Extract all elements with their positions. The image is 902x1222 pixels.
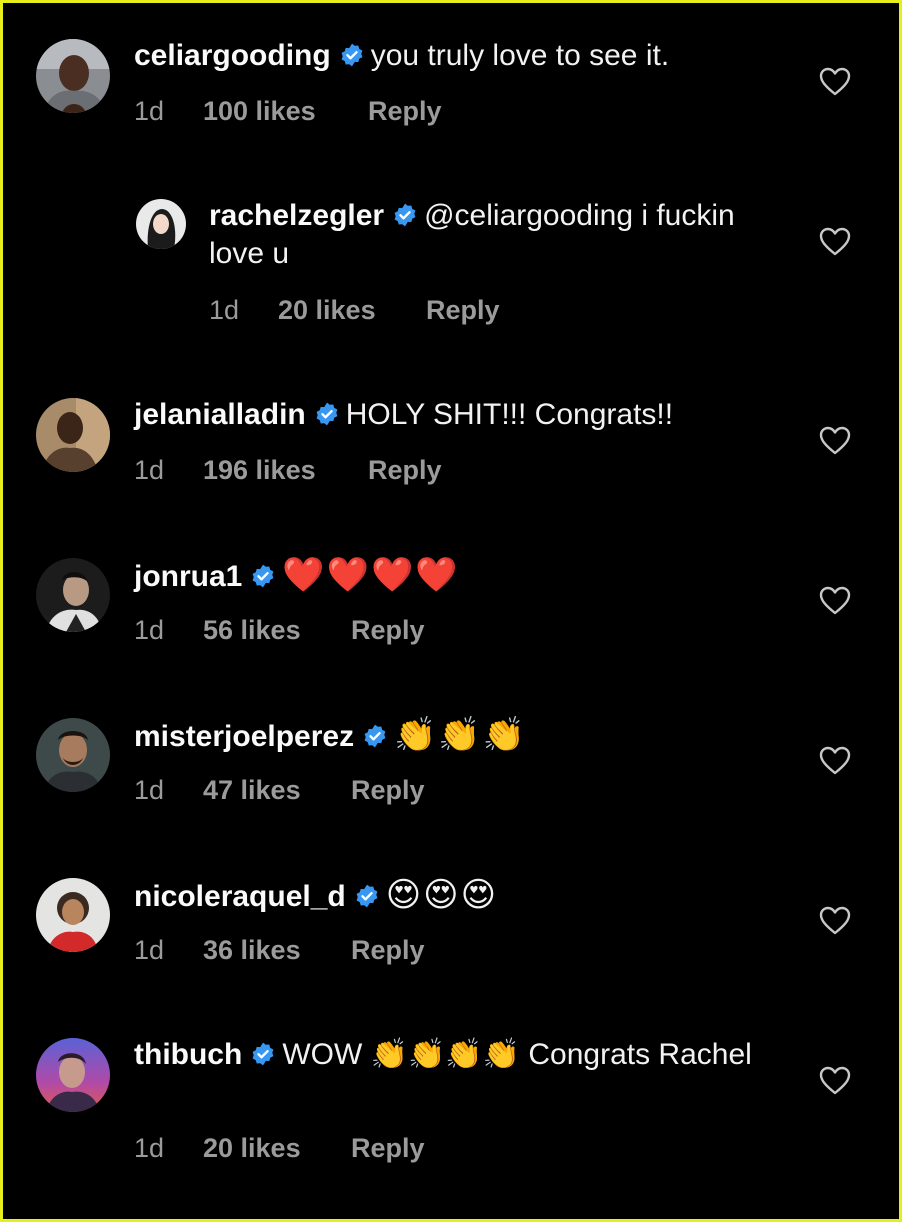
likes-count[interactable]: 56 likes <box>203 615 351 646</box>
heart-outline-icon[interactable] <box>819 1066 851 1096</box>
comment-text: WOW 👏👏👏👏 Congrats Rachel <box>282 1038 752 1071</box>
likes-count[interactable]: 196 likes <box>203 455 368 486</box>
comment-meta: 1d 100 likes Reply <box>134 96 442 127</box>
avatar[interactable] <box>36 878 110 952</box>
reply-button[interactable]: Reply <box>351 615 425 646</box>
comment-meta: 1d 47 likes Reply <box>134 775 425 806</box>
heart-outline-icon[interactable] <box>819 746 851 776</box>
comment-body: rachelzegler @celiargooding i fuckin love… <box>209 197 769 273</box>
likes-count[interactable]: 20 likes <box>278 295 426 326</box>
comment-meta: 1d 36 likes Reply <box>134 935 425 966</box>
heart-outline-icon[interactable] <box>819 426 851 456</box>
likes-count[interactable]: 20 likes <box>203 1133 351 1164</box>
avatar[interactable] <box>36 1038 110 1112</box>
comment-meta: 1d 56 likes Reply <box>134 615 425 646</box>
comment-body: thibuch WOW 👏👏👏👏 Congrats Rachel <box>134 1036 774 1074</box>
reply-button[interactable]: Reply <box>351 1133 425 1164</box>
username[interactable]: misterjoelperez <box>134 720 354 753</box>
verified-badge-icon <box>250 563 276 589</box>
heart-outline-icon[interactable] <box>819 906 851 936</box>
reply-button[interactable]: Reply <box>368 96 442 127</box>
verified-badge-icon <box>339 42 365 68</box>
username[interactable]: celiargooding <box>134 39 331 72</box>
username[interactable]: thibuch <box>134 1038 242 1071</box>
verified-badge-icon <box>314 401 340 427</box>
avatar[interactable] <box>136 199 186 249</box>
username[interactable]: rachelzegler <box>209 199 384 232</box>
verified-badge-icon <box>250 1041 276 1067</box>
reply-button[interactable]: Reply <box>426 295 500 326</box>
likes-count[interactable]: 36 likes <box>203 935 351 966</box>
comment-text: ❤️❤️❤️❤️ <box>282 556 460 594</box>
comment-meta: 1d 20 likes Reply <box>134 1133 425 1164</box>
comment-text: HOLY SHIT!!! Congrats!! <box>345 398 674 431</box>
avatar[interactable] <box>36 718 110 792</box>
likes-count[interactable]: 100 likes <box>203 96 368 127</box>
avatar[interactable] <box>36 398 110 472</box>
comment-body: jelanialladin HOLY SHIT!!! Congrats!! <box>134 396 774 434</box>
verified-badge-icon <box>392 202 418 228</box>
avatar[interactable] <box>36 39 110 113</box>
timestamp: 1d <box>134 1133 165 1163</box>
heart-outline-icon[interactable] <box>819 67 851 97</box>
username[interactable]: jonrua1 <box>134 560 242 593</box>
comment-body: nicoleraquel_d 😍😍😍 <box>134 876 774 916</box>
heart-outline-icon[interactable] <box>819 227 851 257</box>
likes-count[interactable]: 47 likes <box>203 775 351 806</box>
reply-button[interactable]: Reply <box>351 935 425 966</box>
verified-badge-icon <box>354 883 380 909</box>
comment-text: you truly love to see it. <box>370 39 670 72</box>
reply-button[interactable]: Reply <box>351 775 425 806</box>
comment-body: celiargooding you truly love to see it. <box>134 37 774 75</box>
username[interactable]: jelanialladin <box>134 398 306 431</box>
username[interactable]: nicoleraquel_d <box>134 880 346 913</box>
timestamp: 1d <box>209 295 240 325</box>
timestamp: 1d <box>134 775 165 805</box>
comment-meta: 1d 196 likes Reply <box>134 455 442 486</box>
comment-text: 😍😍😍 <box>385 876 499 914</box>
comment-meta: 1d 20 likes Reply <box>209 295 500 326</box>
timestamp: 1d <box>134 935 165 965</box>
comment-body: misterjoelperez 👏👏👏 <box>134 716 774 756</box>
timestamp: 1d <box>134 96 165 126</box>
avatar[interactable] <box>36 558 110 632</box>
heart-outline-icon[interactable] <box>819 586 851 616</box>
reply-button[interactable]: Reply <box>368 455 442 486</box>
comments-screen: celiargooding you truly love to see it. 1… <box>0 0 902 1222</box>
timestamp: 1d <box>134 455 165 485</box>
comment-text: 👏👏👏 <box>394 716 528 754</box>
verified-badge-icon <box>362 723 388 749</box>
timestamp: 1d <box>134 615 165 645</box>
comment-body: jonrua1 ❤️❤️❤️❤️ <box>134 556 774 596</box>
